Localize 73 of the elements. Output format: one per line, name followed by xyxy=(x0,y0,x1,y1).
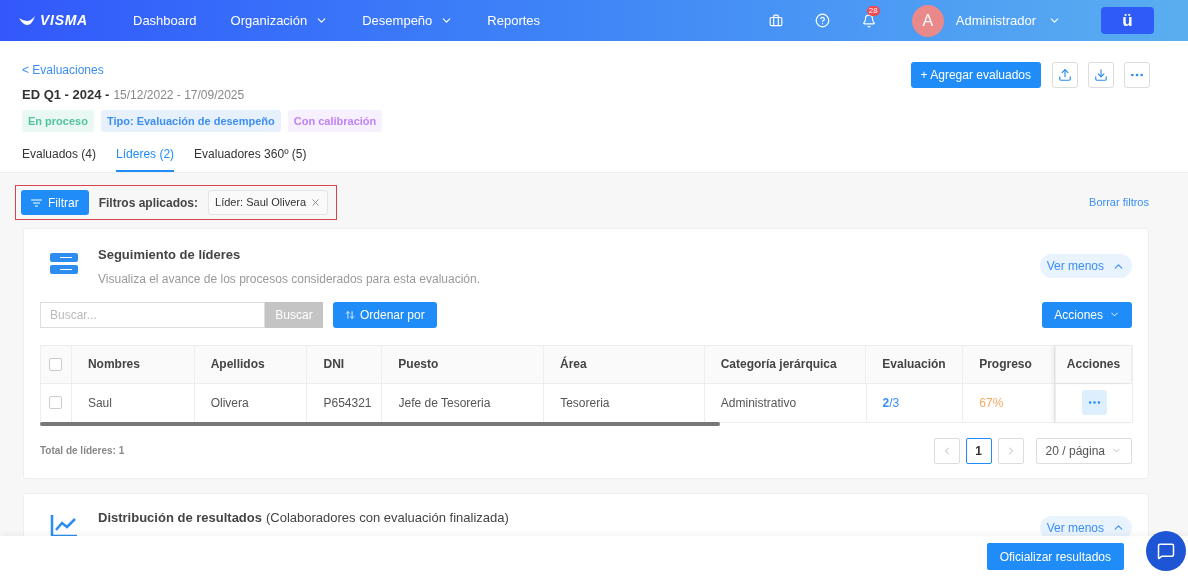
total-leaders: Total de líderes: 1 xyxy=(40,444,125,458)
table-cell-text: Olivera xyxy=(210,394,249,412)
tab[interactable]: Evaluadores 360º (5) xyxy=(194,145,307,172)
nav-menu-item[interactable]: Desempeño xyxy=(345,0,471,41)
nav-menu-item[interactable]: Organización xyxy=(213,0,346,41)
card-title: Distribución de resultados xyxy=(98,508,262,527)
column-header: Apellidos xyxy=(210,356,265,373)
column-header: Puesto xyxy=(398,356,439,373)
page-button[interactable]: 1 xyxy=(965,437,992,464)
clear-filters-link[interactable]: Borrar filtros xyxy=(1089,194,1149,211)
checkbox[interactable] xyxy=(49,357,63,371)
evaluation-title: ED Q1 - 2024 - xyxy=(22,86,110,104)
collapse-toggle[interactable]: Ver menos xyxy=(1039,515,1132,536)
filter-icon xyxy=(31,198,42,207)
briefcase-icon[interactable] xyxy=(768,13,783,28)
nav-menu-item[interactable]: Dashboard xyxy=(116,0,214,41)
download-icon xyxy=(1094,68,1108,82)
card-subtitle: Visualiza el avance de los procesos considerados para esta evaluación. xyxy=(98,270,481,288)
sort-button[interactable]: Ordenar por xyxy=(333,301,437,328)
user-menu[interactable]: Administrador xyxy=(955,10,1061,31)
table-cell-text: 67% xyxy=(979,394,1004,412)
server-icon xyxy=(50,253,78,275)
next-page-button[interactable] xyxy=(997,437,1024,464)
actions-dropdown[interactable]: Acciones xyxy=(1042,301,1132,328)
search-field[interactable]: Buscar... xyxy=(40,301,265,328)
checkbox[interactable] xyxy=(49,396,63,409)
notification-count: 28 xyxy=(866,5,880,16)
status-tag: En proceso xyxy=(22,109,94,132)
officialize-results-button[interactable]: Oficializar resultados xyxy=(986,543,1124,570)
card-note: (Colaboradores con evaluación finalizada) xyxy=(266,508,509,527)
status-tag: Con calibración xyxy=(287,109,383,132)
table-cell-text: Administrativo xyxy=(720,394,797,412)
table-cell-text: Saul xyxy=(87,394,112,412)
upload-icon xyxy=(1058,68,1072,82)
tab[interactable]: Evaluados (4) xyxy=(22,145,97,172)
filter-chip[interactable]: Líder: Saul Olivera xyxy=(208,190,329,215)
card-title: Seguimiento de líderes xyxy=(98,246,242,264)
user-avatar[interactable]: A xyxy=(911,4,944,37)
notification-bell-icon[interactable] xyxy=(861,13,876,28)
back-link[interactable]: < Evaluaciones xyxy=(22,61,911,79)
collapse-toggle[interactable]: Ver menos xyxy=(1039,254,1132,278)
close-icon[interactable] xyxy=(310,197,322,208)
help-icon[interactable] xyxy=(814,13,830,28)
applied-filters-label: Filtros aplicados: xyxy=(98,194,199,212)
page-size-select[interactable]: 20 / página xyxy=(1035,437,1132,464)
app-button[interactable]: ü xyxy=(1101,7,1154,34)
sort-icon xyxy=(345,309,355,320)
chat-icon xyxy=(1157,542,1175,560)
table-cell-text: Tesoreria xyxy=(560,394,610,412)
column-header: Categoría jerárquica xyxy=(720,356,837,373)
line-chart-icon xyxy=(50,513,78,536)
nav-menu-item[interactable]: Reportes xyxy=(470,0,558,41)
column-header: Progreso xyxy=(979,356,1032,373)
horizontal-scrollbar[interactable] xyxy=(40,421,720,426)
evaluation-dates: 15/12/2022 - 17/09/2025 xyxy=(113,87,245,104)
filter-button[interactable]: Filtrar xyxy=(21,190,89,215)
brand-name: VISMA xyxy=(40,11,88,30)
download-button[interactable] xyxy=(1088,62,1114,88)
column-header: DNI xyxy=(323,356,345,373)
row-actions-button[interactable] xyxy=(1081,390,1107,415)
add-evaluated-button[interactable]: + Agregar evaluados xyxy=(910,62,1041,88)
previous-page-button[interactable] xyxy=(933,437,960,464)
upload-button[interactable] xyxy=(1052,62,1078,88)
column-header: Nombres xyxy=(87,356,140,373)
status-tag: Tipo: Evaluación de desempeño xyxy=(100,109,281,132)
more-options-button[interactable] xyxy=(1124,62,1150,88)
table-cell-text: Jefe de Tesoreria xyxy=(398,394,491,412)
column-header: Área xyxy=(560,355,587,373)
column-header: Acciones xyxy=(1066,356,1121,373)
table-cell-text: P654321 xyxy=(323,394,372,412)
tab[interactable]: Líderes (2) xyxy=(116,145,175,172)
evaluation-count: 2/3 xyxy=(882,394,900,412)
column-header: Evaluación xyxy=(882,356,946,373)
